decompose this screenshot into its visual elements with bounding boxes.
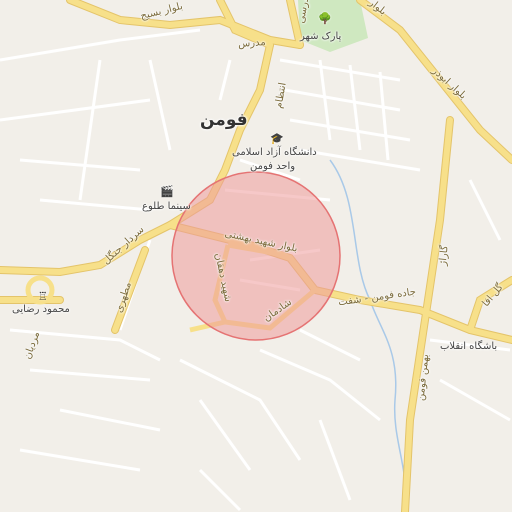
university-label-line1: دانشگاه آزاد اسلامی — [232, 147, 317, 158]
mahmoud-label: محمود رضایی — [12, 304, 70, 315]
university-label-line2: واحد فومن — [250, 161, 296, 172]
cinema-label: سینما طلوع — [142, 201, 191, 212]
road-garage: گاراژ — [437, 244, 451, 267]
bashgah-label: باشگاه انقلاب — [440, 341, 498, 352]
river — [329, 159, 407, 512]
graduation-cap-icon: 🎓 — [270, 132, 284, 145]
map-canvas[interactable]: فومن 🌳 پارک شهر 🎓 دانشگاه آزاد اسلامی وا… — [0, 0, 512, 512]
highlight-area[interactable] — [171, 171, 341, 341]
tree-icon: 🌳 — [318, 12, 332, 25]
monument-icon: ♖ — [38, 290, 48, 303]
park-label: پارک شهر — [300, 31, 342, 42]
camera-icon: 🎬 — [160, 185, 174, 198]
city-label: فومن — [200, 110, 248, 130]
road-modarres: مدرس — [237, 37, 267, 50]
